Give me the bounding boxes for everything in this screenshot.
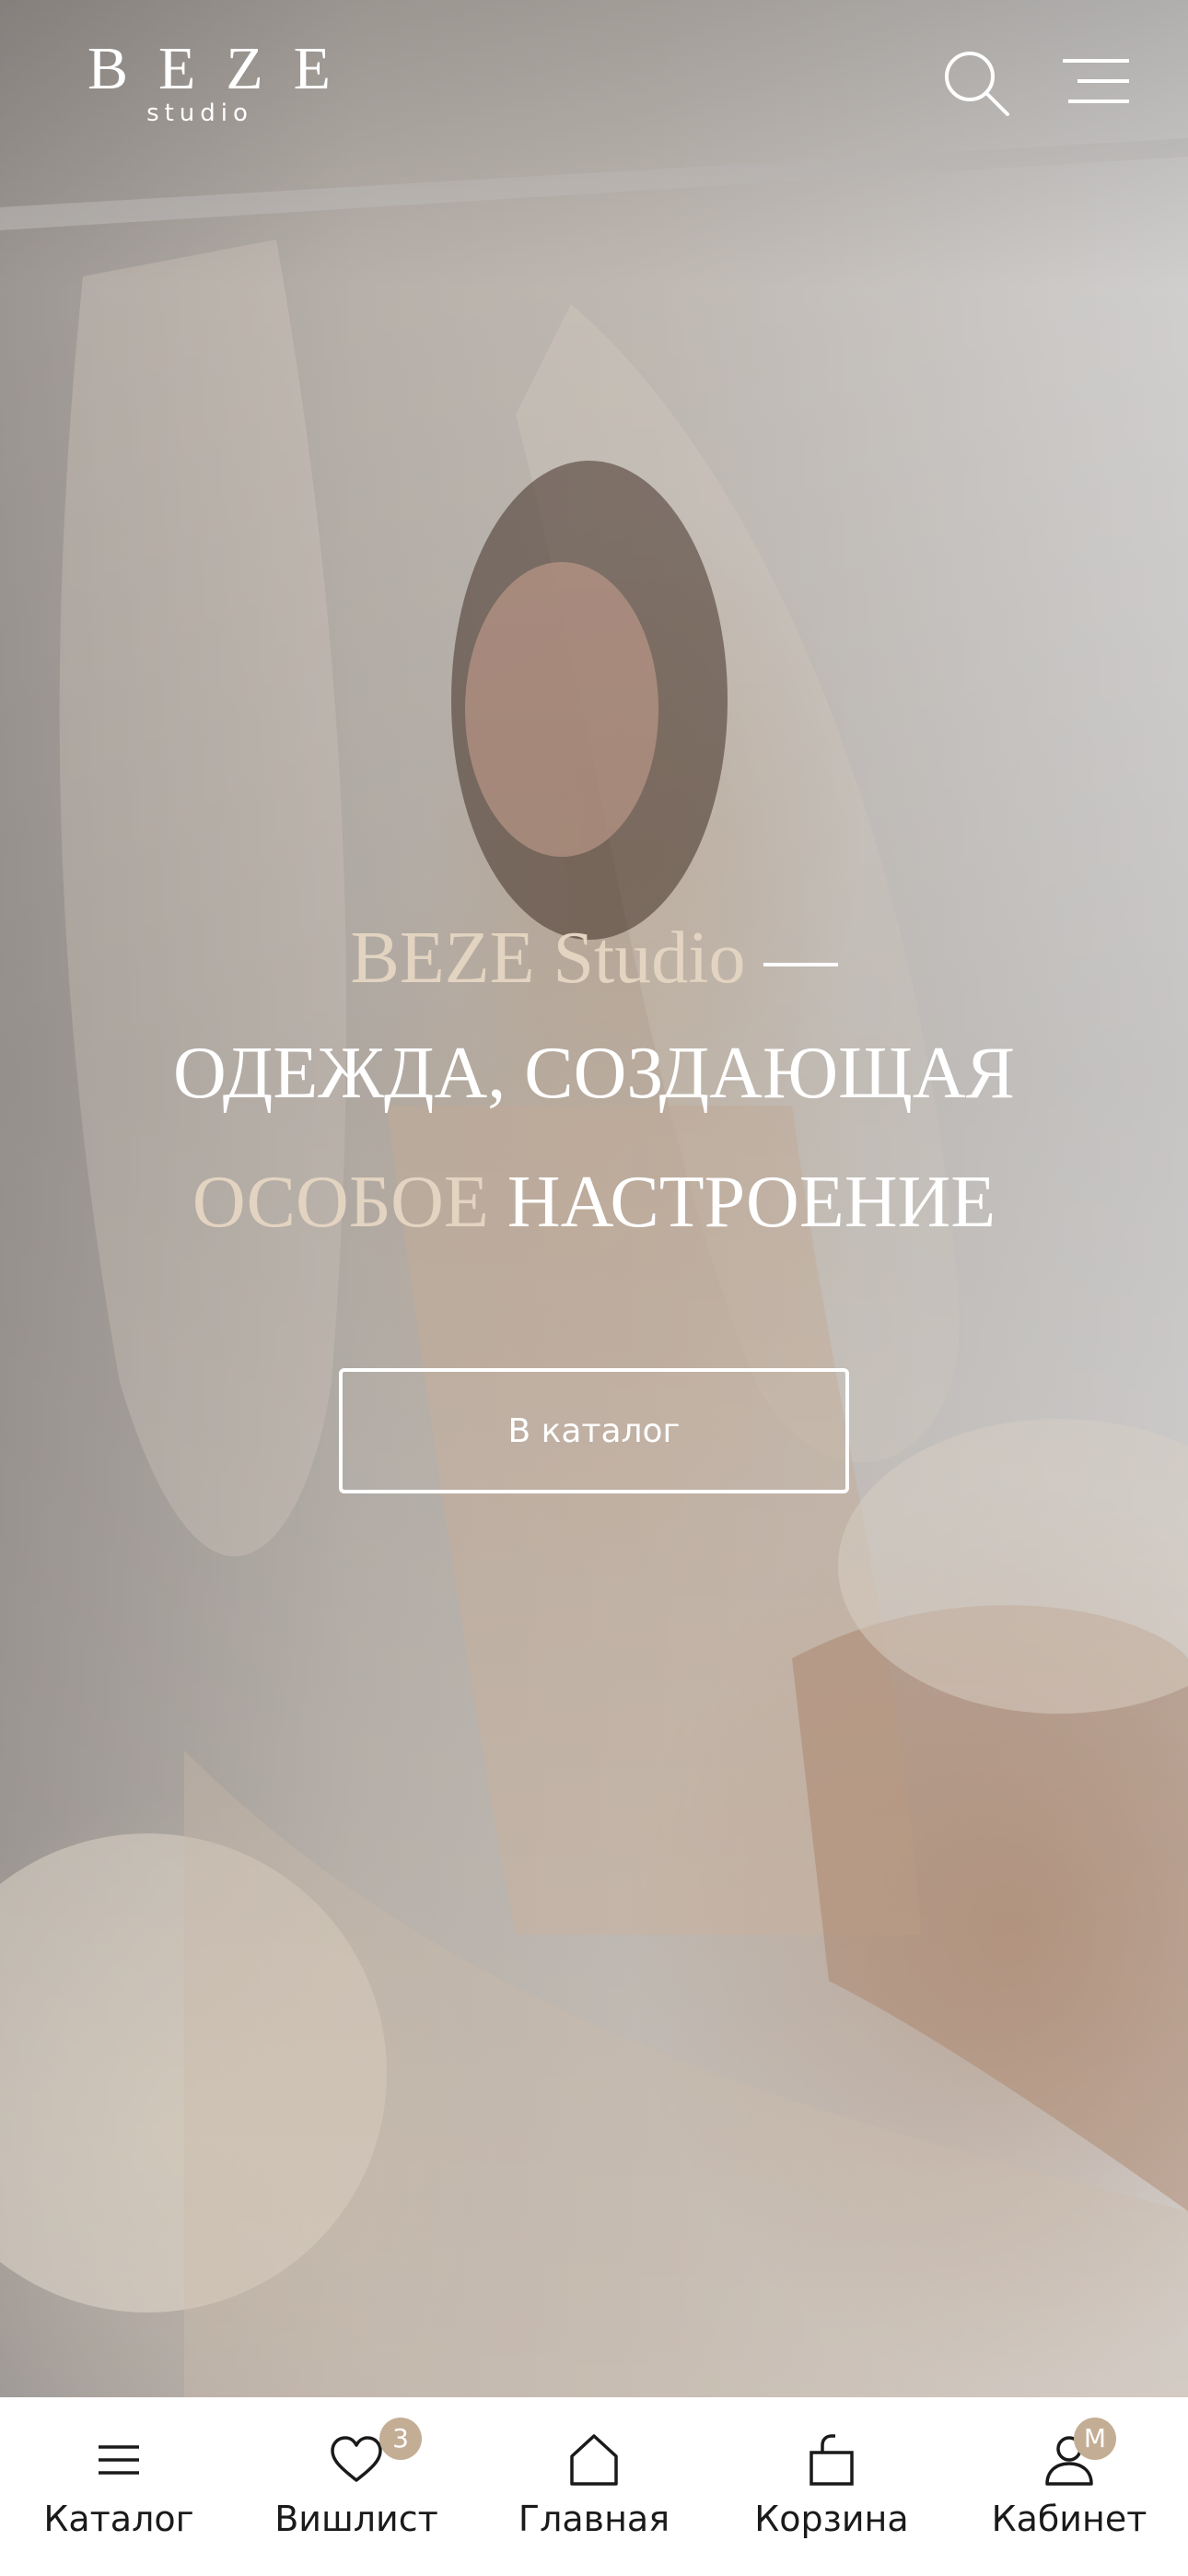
search-button[interactable] — [941, 48, 1011, 118]
brand-logo[interactable]: BEZE studio — [57, 35, 361, 128]
tab-label: Кабинет — [991, 2499, 1147, 2539]
tab-home[interactable]: Главная — [475, 2397, 713, 2576]
headline-line-2: ОДЕЖДА, СОЗДАЮЩАЯ — [173, 1033, 1015, 1114]
headline-dash: — — [745, 918, 838, 999]
tab-label: Вишлист — [274, 2499, 438, 2539]
headline-line-1: BEZE Studio — — [0, 907, 1188, 1009]
home-icon — [570, 2434, 618, 2486]
headline-brand: BEZE Studio — [350, 918, 746, 999]
hamburger-menu-icon — [1063, 59, 1129, 103]
tab-label: Корзина — [754, 2499, 909, 2539]
list-icon — [99, 2445, 139, 2475]
tab-wishlist[interactable]: 3 Вишлист — [238, 2397, 475, 2576]
search-icon — [945, 52, 1009, 116]
catalog-button-label: В каталог — [507, 1411, 681, 1450]
heart-icon — [331, 2436, 382, 2482]
catalog-button[interactable]: В каталог — [339, 1368, 849, 1493]
logo-subtitle: studio — [146, 100, 253, 127]
headline-accent-word: ОСОБОЕ — [192, 1162, 489, 1243]
hero-headline: BEZE Studio — ОДЕЖДА, СОЗДАЮЩАЯ ОСОБОЕ Н… — [0, 907, 1188, 1267]
account-badge: M — [1074, 2418, 1116, 2460]
shopping-bag-icon — [809, 2434, 854, 2486]
headline-line-3: ОСОБОЕ НАСТРОЕНИЕ — [0, 1138, 1188, 1267]
tab-cart[interactable]: Корзина — [713, 2397, 950, 2576]
tab-label: Каталог — [43, 2499, 194, 2539]
wishlist-count-badge: 3 — [379, 2418, 422, 2460]
tab-label: Главная — [518, 2499, 670, 2539]
tab-catalog[interactable]: Каталог — [0, 2397, 238, 2576]
bottom-tab-bar: Каталог 3 Вишлист Главная Корзина M Каби… — [0, 2397, 1188, 2576]
headline-white-word: НАСТРОЕНИЕ — [488, 1162, 996, 1243]
logo-wordmark: BEZE — [87, 35, 361, 102]
menu-button[interactable] — [1059, 53, 1133, 112]
tab-account[interactable]: M Кабинет — [950, 2397, 1188, 2576]
